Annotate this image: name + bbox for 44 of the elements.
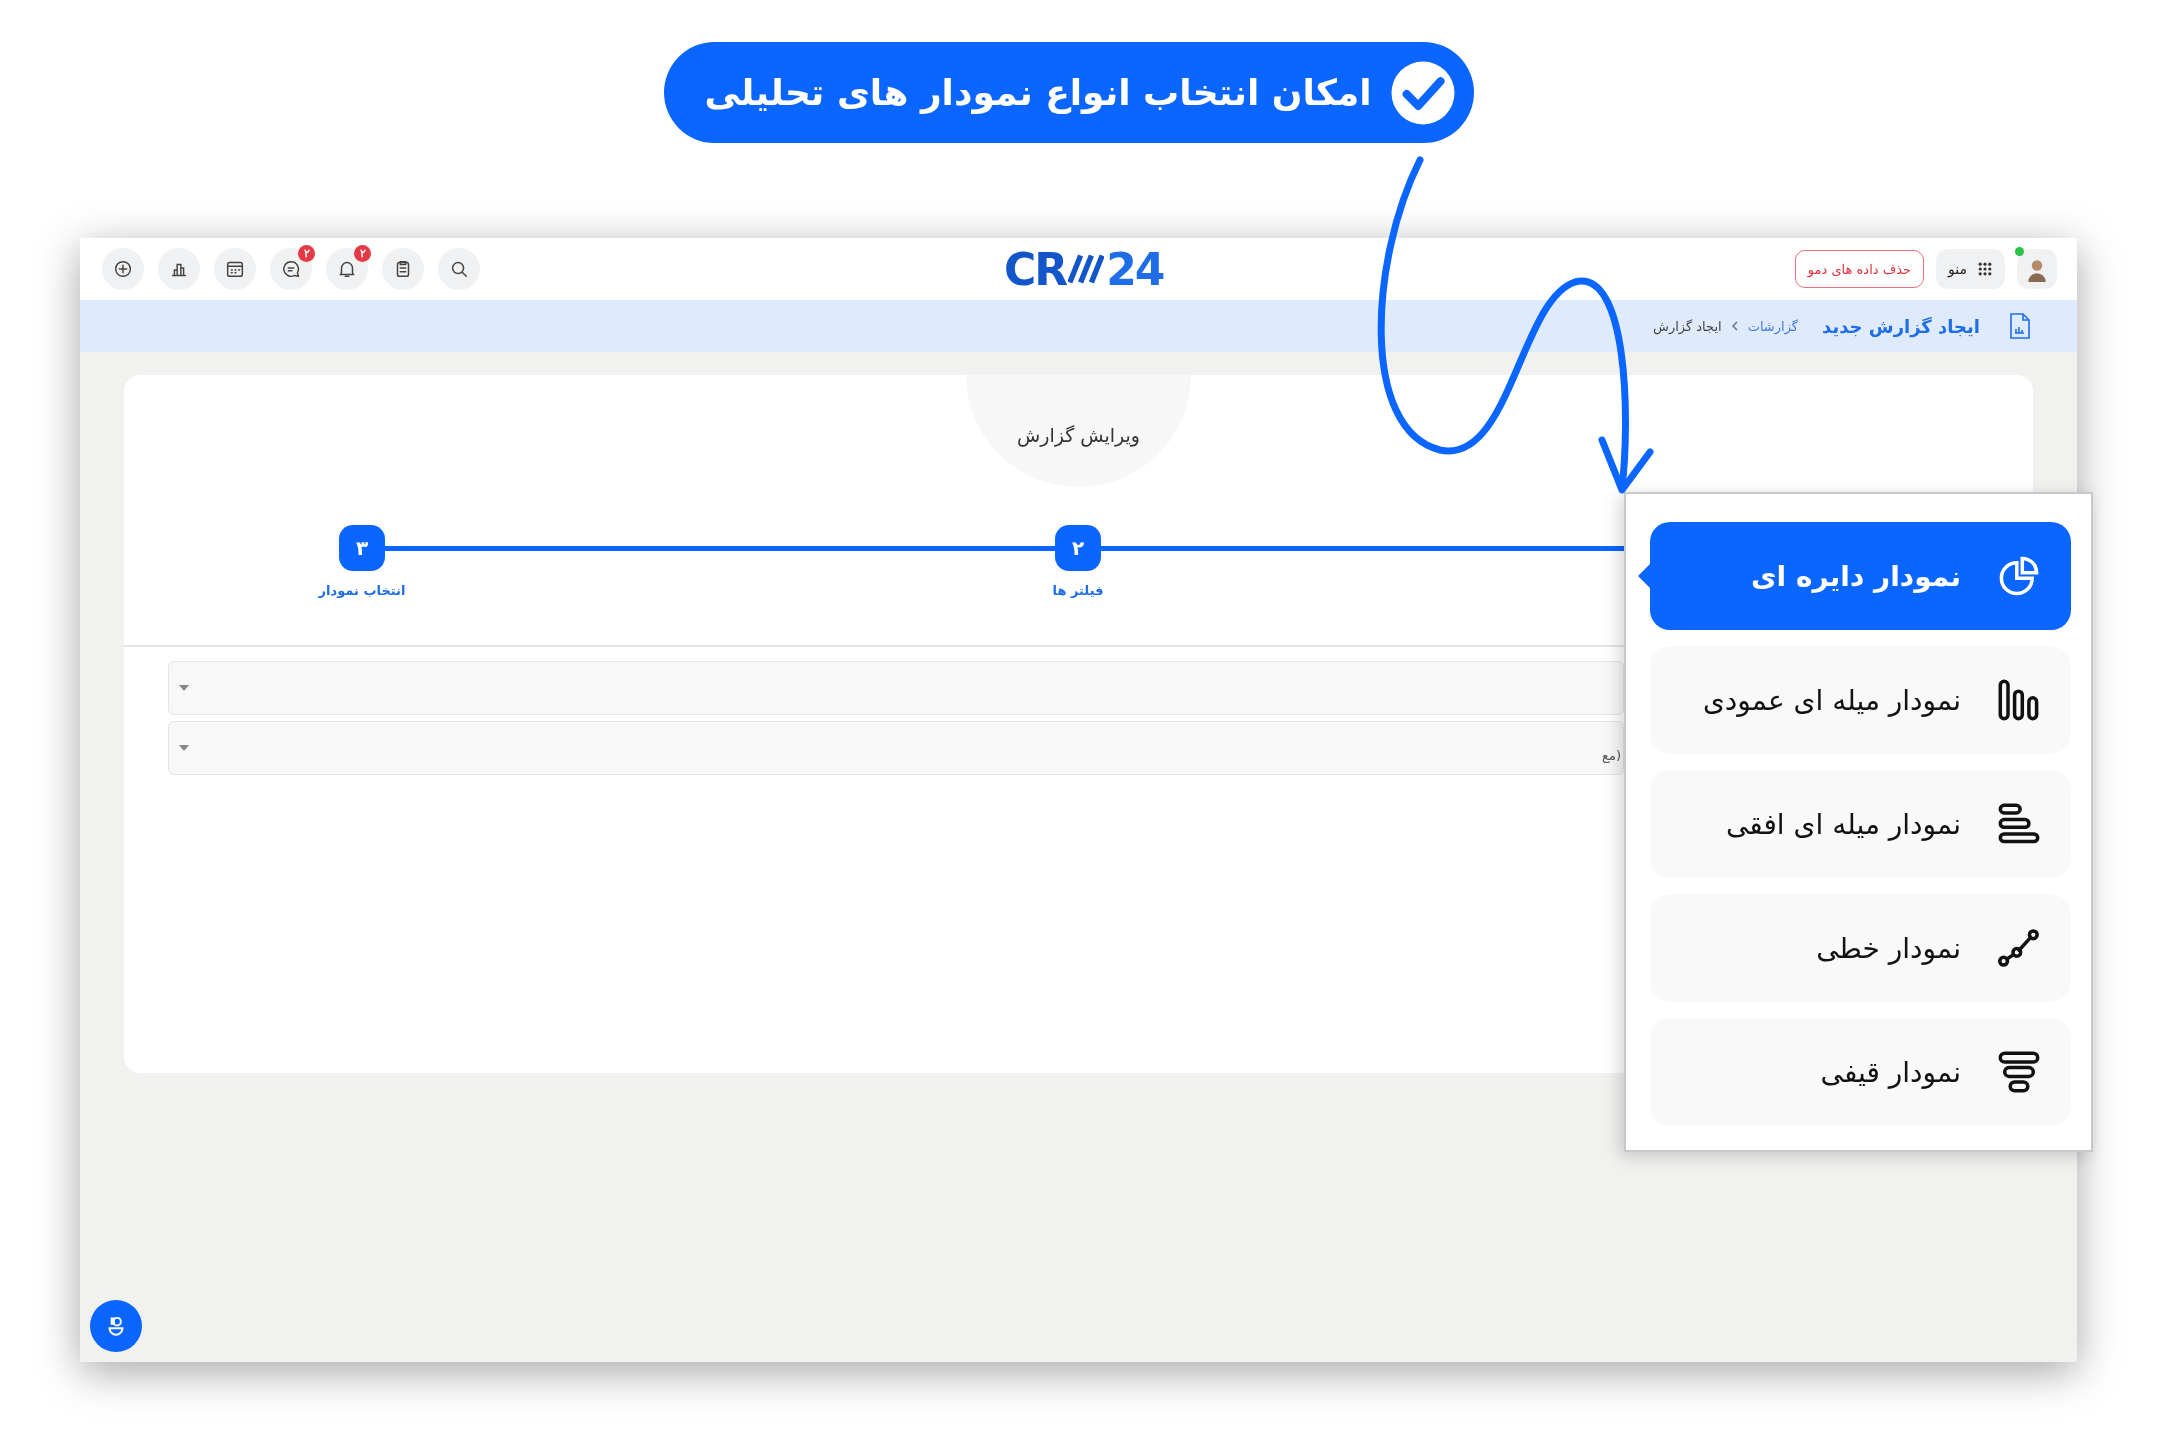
menu-button[interactable]: منو <box>1936 249 2005 289</box>
step-label[interactable]: فیلتر ها <box>1052 583 1104 598</box>
bell-button[interactable]: ۲ <box>326 248 368 290</box>
chart-type-option[interactable]: نمودار میله ای عمودی <box>1650 646 2071 754</box>
page-title: ایجاد گزارش جدید <box>1822 315 1980 337</box>
support-button[interactable] <box>90 1300 142 1352</box>
caret-icon <box>179 745 189 751</box>
logo-text: 24 <box>1106 243 1164 295</box>
chat-icon <box>280 258 302 280</box>
logo-text: CR <box>1004 243 1067 295</box>
step-label[interactable]: انتخاب نمودار <box>318 583 406 598</box>
delete-demo-data-button[interactable]: حذف داده های دمو <box>1794 250 1925 288</box>
report-document-icon <box>2008 312 2032 340</box>
notification-badge: ۲ <box>354 245 371 262</box>
calendar-button[interactable] <box>214 248 256 290</box>
search-button[interactable] <box>438 248 480 290</box>
callout-text: امکان انتخاب انواع نمودار های تحلیلی <box>704 72 1372 113</box>
logo-slashes-icon <box>1068 253 1105 285</box>
select-field[interactable]: مع) <box>168 721 1624 775</box>
chart-type-option[interactable]: نمودار میله ای افقی <box>1650 770 2071 878</box>
step-number[interactable]: ۳ <box>339 525 385 571</box>
user-avatar[interactable] <box>2017 249 2057 289</box>
plus-circle-icon <box>112 258 134 280</box>
pie-chart-icon <box>1997 554 2041 598</box>
add-button[interactable] <box>102 248 144 290</box>
bar-chart-icon <box>1997 802 2041 846</box>
chart-type-option[interactable]: نمودار قیفی <box>1650 1018 2071 1126</box>
line-chart-icon <box>1997 926 2041 970</box>
chevron-icon <box>1731 321 1738 331</box>
chat-button[interactable]: ۲ <box>270 248 312 290</box>
select-field[interactable] <box>168 661 1624 715</box>
breadcrumb-link[interactable]: گزارشات <box>1747 318 1798 334</box>
funnel-chart-icon <box>1997 1050 2041 1094</box>
editor-tab-title: ویرایش گزارش <box>966 375 1191 487</box>
online-dot <box>2015 247 2024 256</box>
clipboard-button[interactable] <box>382 248 424 290</box>
step-number[interactable]: ۲ <box>1055 525 1101 571</box>
notification-badge: ۲ <box>298 245 315 262</box>
chart-type-option[interactable]: نمودار خطی <box>1650 894 2071 1002</box>
grid-icon <box>1977 261 1993 277</box>
column-chart-icon <box>1997 678 2041 722</box>
chart-button[interactable] <box>158 248 200 290</box>
breadcrumb-current: ایجاد گزارش <box>1653 318 1722 334</box>
caret-icon <box>179 685 189 691</box>
